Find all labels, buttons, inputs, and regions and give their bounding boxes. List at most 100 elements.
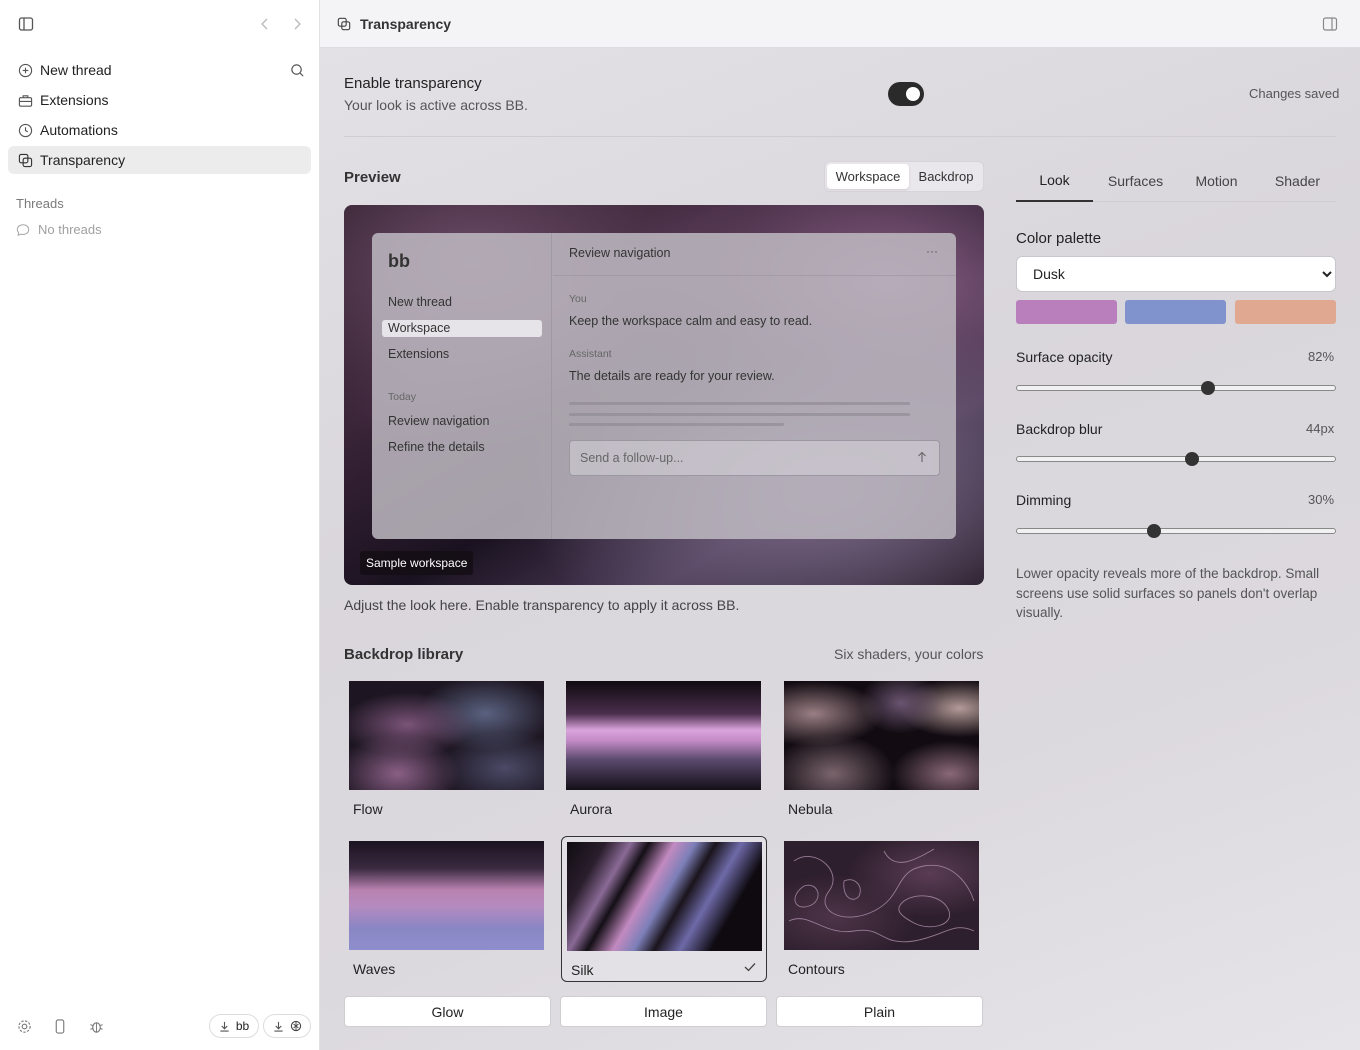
search-icon[interactable] xyxy=(288,61,306,79)
opacity-slider[interactable] xyxy=(1016,381,1336,395)
download-bb-button[interactable]: bb xyxy=(209,1014,259,1038)
mode-plain-button[interactable]: Plain xyxy=(776,996,983,1027)
bug-icon[interactable] xyxy=(87,1017,105,1035)
nebula-thumbnail xyxy=(784,681,979,790)
mock-recent-item: Refine the details xyxy=(388,440,485,454)
tab-motion[interactable]: Motion xyxy=(1178,160,1255,202)
tab-look[interactable]: Look xyxy=(1016,160,1093,202)
palette-swatch xyxy=(1016,300,1117,324)
backdrop-label: Flow xyxy=(353,801,383,817)
palette-swatch xyxy=(1125,300,1226,324)
backdrop-label: Waves xyxy=(353,961,396,977)
segment-backdrop[interactable]: Backdrop xyxy=(911,164,981,189)
opacity-value: 82% xyxy=(1308,349,1335,364)
sidebar-item-extensions[interactable]: Extensions xyxy=(8,86,311,114)
sidebar-item-label: Automations xyxy=(40,122,118,138)
mock-input-placeholder: Send a follow-up... xyxy=(580,451,684,465)
opacity-label: Surface opacity xyxy=(1016,349,1113,365)
mock-divider xyxy=(553,275,956,276)
flow-thumbnail xyxy=(349,681,544,790)
backdrop-card-waves[interactable]: Waves xyxy=(344,836,550,982)
openai-logo-icon xyxy=(290,1020,302,1032)
send-arrow-icon xyxy=(917,451,927,463)
segment-workspace[interactable]: Workspace xyxy=(827,164,909,189)
sidebar-top xyxy=(0,0,319,48)
dimming-value: 30% xyxy=(1308,492,1335,507)
chat-bubble-icon xyxy=(16,223,30,237)
mode-image-button[interactable]: Image xyxy=(560,996,767,1027)
backdrop-label: Nebula xyxy=(788,801,833,817)
blur-value: 44px xyxy=(1306,421,1335,436)
backdrop-card-silk[interactable]: Silk xyxy=(561,836,767,982)
slider-knob[interactable] xyxy=(1200,381,1215,395)
divider xyxy=(344,136,1336,137)
blur-label: Backdrop blur xyxy=(1016,421,1103,437)
checkmark-icon xyxy=(744,962,756,972)
waves-thumbnail xyxy=(349,841,544,950)
enable-transparency-toggle[interactable] xyxy=(888,82,924,106)
silk-thumbnail xyxy=(567,842,762,951)
tab-surfaces[interactable]: Surfaces xyxy=(1097,160,1174,202)
contours-thumbnail xyxy=(784,841,979,950)
sidebar-toggle-icon[interactable] xyxy=(16,14,36,34)
download-openai-button[interactable] xyxy=(263,1014,311,1038)
sidebar-item-label: Extensions xyxy=(40,92,109,108)
dimming-slider[interactable] xyxy=(1016,524,1336,538)
backdrop-card-aurora[interactable]: Aurora xyxy=(561,676,767,822)
forward-arrow-icon[interactable] xyxy=(288,14,306,34)
mock-thread-title: Review navigation xyxy=(569,246,671,260)
mock-recent-item: Review navigation xyxy=(388,414,490,428)
panel-toggle-icon[interactable] xyxy=(1322,16,1338,32)
sidebar-item-automations[interactable]: Automations xyxy=(8,116,311,144)
mock-today-label: Today xyxy=(388,391,417,403)
sidebar-item-label: Transparency xyxy=(40,152,126,168)
backdrop-label: Aurora xyxy=(570,801,613,817)
download-icon xyxy=(273,1021,284,1032)
clock-icon xyxy=(17,122,33,138)
layers-icon xyxy=(17,152,33,168)
phone-icon[interactable] xyxy=(51,1017,69,1035)
mock-thread: Review navigation ··· You Keep the works… xyxy=(553,233,956,539)
backdrop-card-nebula[interactable]: Nebula xyxy=(779,676,985,822)
gear-icon[interactable] xyxy=(15,1017,33,1035)
preview-mode-switch: Workspace Backdrop xyxy=(824,161,984,192)
enable-title: Enable transparency xyxy=(344,75,482,92)
mock-logo: bb xyxy=(388,251,410,271)
blur-slider[interactable] xyxy=(1016,452,1336,466)
mock-nav-item: Workspace xyxy=(388,321,451,335)
backdrop-label: Silk xyxy=(571,962,594,978)
layers-icon xyxy=(337,17,351,31)
mode-glow-button[interactable]: Glow xyxy=(344,996,551,1027)
mock-sidebar: bb New thread Workspace Extensions Today… xyxy=(372,233,552,539)
back-arrow-icon[interactable] xyxy=(256,14,274,34)
color-palette-select[interactable]: Dusk xyxy=(1016,256,1336,292)
download-bb-label: bb xyxy=(235,1019,250,1033)
palette-label: Color palette xyxy=(1016,230,1102,247)
mock-nav-item: New thread xyxy=(388,295,452,309)
slider-knob[interactable] xyxy=(1184,452,1199,466)
slider-knob[interactable] xyxy=(1146,524,1161,538)
sidebar-item-transparency[interactable]: Transparency xyxy=(8,146,311,174)
mock-skeleton-line xyxy=(569,423,784,426)
toolbox-icon xyxy=(17,92,33,108)
no-threads: No threads xyxy=(16,222,102,237)
enable-subtitle: Your look is active across BB. xyxy=(344,97,528,113)
sidebar-item-new-thread[interactable]: New thread xyxy=(8,56,311,84)
mock-skeleton-line xyxy=(569,413,910,416)
aurora-thumbnail xyxy=(566,681,761,790)
sample-workspace-window: bb New thread Workspace Extensions Today… xyxy=(372,233,956,539)
sidebar-item-label: New thread xyxy=(40,62,112,78)
main-panel: Transparency Enable transparency Your lo… xyxy=(320,0,1360,1050)
mock-input: Send a follow-up... xyxy=(569,440,940,476)
threads-section-label: Threads xyxy=(16,196,64,211)
mock-you-label: You xyxy=(569,293,587,305)
mock-nav-item: Extensions xyxy=(388,347,450,361)
save-status: Changes saved xyxy=(1249,86,1340,101)
backdrop-card-flow[interactable]: Flow xyxy=(344,676,550,822)
preview-title: Preview xyxy=(344,169,401,186)
preview-note: Adjust the look here. Enable transparenc… xyxy=(344,597,740,613)
backdrop-card-contours[interactable]: Contours xyxy=(779,836,985,982)
tab-shader[interactable]: Shader xyxy=(1259,160,1336,202)
backdrop-label: Contours xyxy=(788,961,845,977)
header-bar: Transparency xyxy=(320,0,1360,48)
